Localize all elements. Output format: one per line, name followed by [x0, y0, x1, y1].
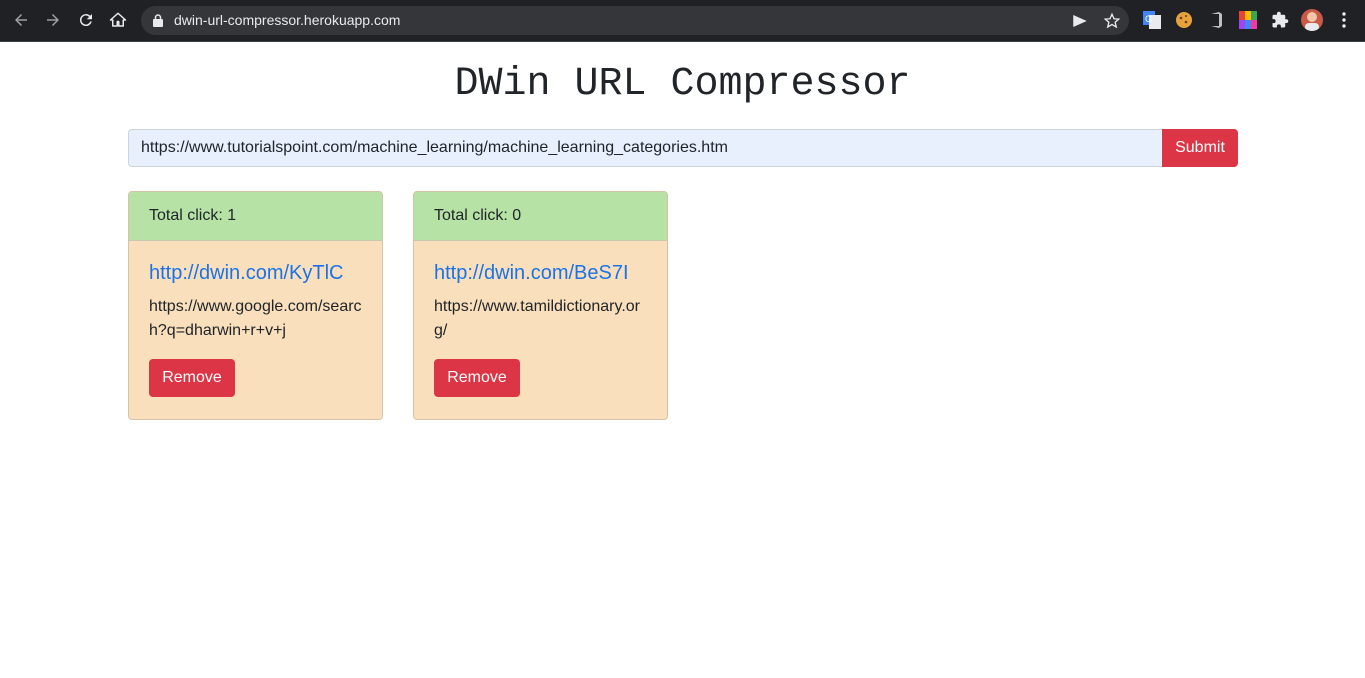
short-url-link[interactable]: http://dwin.com/KyTlC — [149, 261, 362, 285]
remove-button[interactable]: Remove — [149, 359, 235, 397]
url-form: Submit — [128, 129, 1238, 167]
card-body: http://dwin.com/KyTlC https://www.google… — [129, 241, 382, 397]
original-url: https://www.tamildictionary.org/ — [434, 298, 640, 339]
puzzle-icon[interactable] — [1271, 11, 1289, 29]
star-icon[interactable] — [1103, 12, 1121, 30]
click-count: Total click: 1 — [129, 192, 382, 241]
office-extension-icon[interactable] — [1207, 11, 1225, 29]
back-button[interactable] — [9, 8, 33, 32]
address-bar[interactable]: dwin-url-compressor.herokuapp.com — [141, 6, 1129, 35]
original-url: https://www.google.com/search?q=dharwin+… — [149, 298, 362, 339]
svg-text:G: G — [1145, 14, 1152, 24]
remove-button[interactable]: Remove — [434, 359, 520, 397]
link-card: Total click: 1 http://dwin.com/KyTlC htt… — [128, 191, 383, 420]
forward-icon — [47, 14, 59, 26]
back-icon — [15, 14, 27, 26]
address-url: dwin-url-compressor.herokuapp.com — [174, 12, 401, 28]
submit-button[interactable]: Submit — [1162, 129, 1238, 167]
short-url-link[interactable]: http://dwin.com/BeS7I — [434, 261, 647, 285]
translate-extension-icon[interactable]: G — [1143, 11, 1161, 29]
link-card: Total click: 0 http://dwin.com/BeS7I htt… — [413, 191, 668, 420]
kebab-menu-icon[interactable] — [1335, 11, 1353, 29]
forward-button[interactable] — [41, 8, 65, 32]
reload-icon — [79, 14, 92, 27]
lock-icon — [153, 14, 163, 27]
click-count: Total click: 0 — [414, 192, 667, 241]
home-icon — [109, 12, 127, 27]
page-title: DWin URL Compressor — [454, 62, 911, 107]
home-button[interactable] — [106, 8, 130, 32]
reload-button[interactable] — [74, 8, 98, 32]
card-body: http://dwin.com/BeS7I https://www.tamild… — [414, 241, 667, 397]
color-extension-icon[interactable] — [1239, 11, 1257, 29]
url-input[interactable] — [128, 129, 1162, 167]
avatar[interactable] — [1301, 9, 1323, 31]
send-icon[interactable] — [1071, 12, 1089, 30]
cookie-extension-icon[interactable] — [1175, 11, 1193, 29]
browser-toolbar: dwin-url-compressor.herokuapp.com G — [0, 0, 1365, 42]
